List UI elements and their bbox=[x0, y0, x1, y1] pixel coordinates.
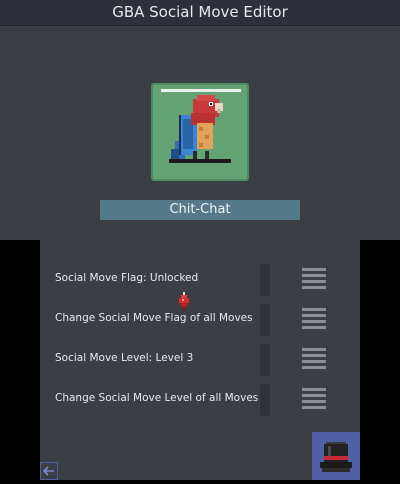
parrot-icon bbox=[169, 95, 231, 163]
option-bar bbox=[260, 264, 270, 296]
move-name: Chit-Chat bbox=[100, 200, 300, 220]
option-social-move-flag[interactable]: Social Move Flag: Unlocked bbox=[40, 264, 360, 296]
window-title: GBA Social Move Editor bbox=[0, 0, 400, 26]
hamburger-icon[interactable] bbox=[302, 308, 326, 332]
option-label: Social Move Flag: Unlocked bbox=[55, 272, 199, 284]
top-screen: GBA Social Move Editor Chit-Chat bbox=[0, 0, 400, 240]
option-bar bbox=[260, 384, 270, 416]
move-portrait bbox=[151, 83, 249, 181]
red-pointer-icon bbox=[179, 292, 189, 310]
option-bar bbox=[260, 304, 270, 336]
option-change-level-all[interactable]: Change Social Move Level of all Moves bbox=[40, 384, 360, 416]
top-hat-icon bbox=[320, 442, 352, 472]
back-button[interactable] bbox=[40, 462, 58, 480]
hat-button[interactable] bbox=[312, 432, 360, 480]
option-label: Change Social Move Flag of all Moves bbox=[55, 312, 253, 324]
bottom-screen: Social Move Flag: Unlocked Change Social… bbox=[40, 240, 360, 480]
hamburger-icon[interactable] bbox=[302, 388, 326, 412]
option-social-move-level[interactable]: Social Move Level: Level 3 bbox=[40, 344, 360, 376]
back-arrow-icon bbox=[42, 466, 54, 476]
hamburger-icon[interactable] bbox=[302, 348, 326, 372]
hamburger-icon[interactable] bbox=[302, 268, 326, 292]
option-label: Social Move Level: Level 3 bbox=[55, 352, 194, 364]
option-bar bbox=[260, 344, 270, 376]
option-label: Change Social Move Level of all Moves bbox=[55, 392, 259, 404]
option-change-flag-all[interactable]: Change Social Move Flag of all Moves bbox=[40, 304, 360, 336]
